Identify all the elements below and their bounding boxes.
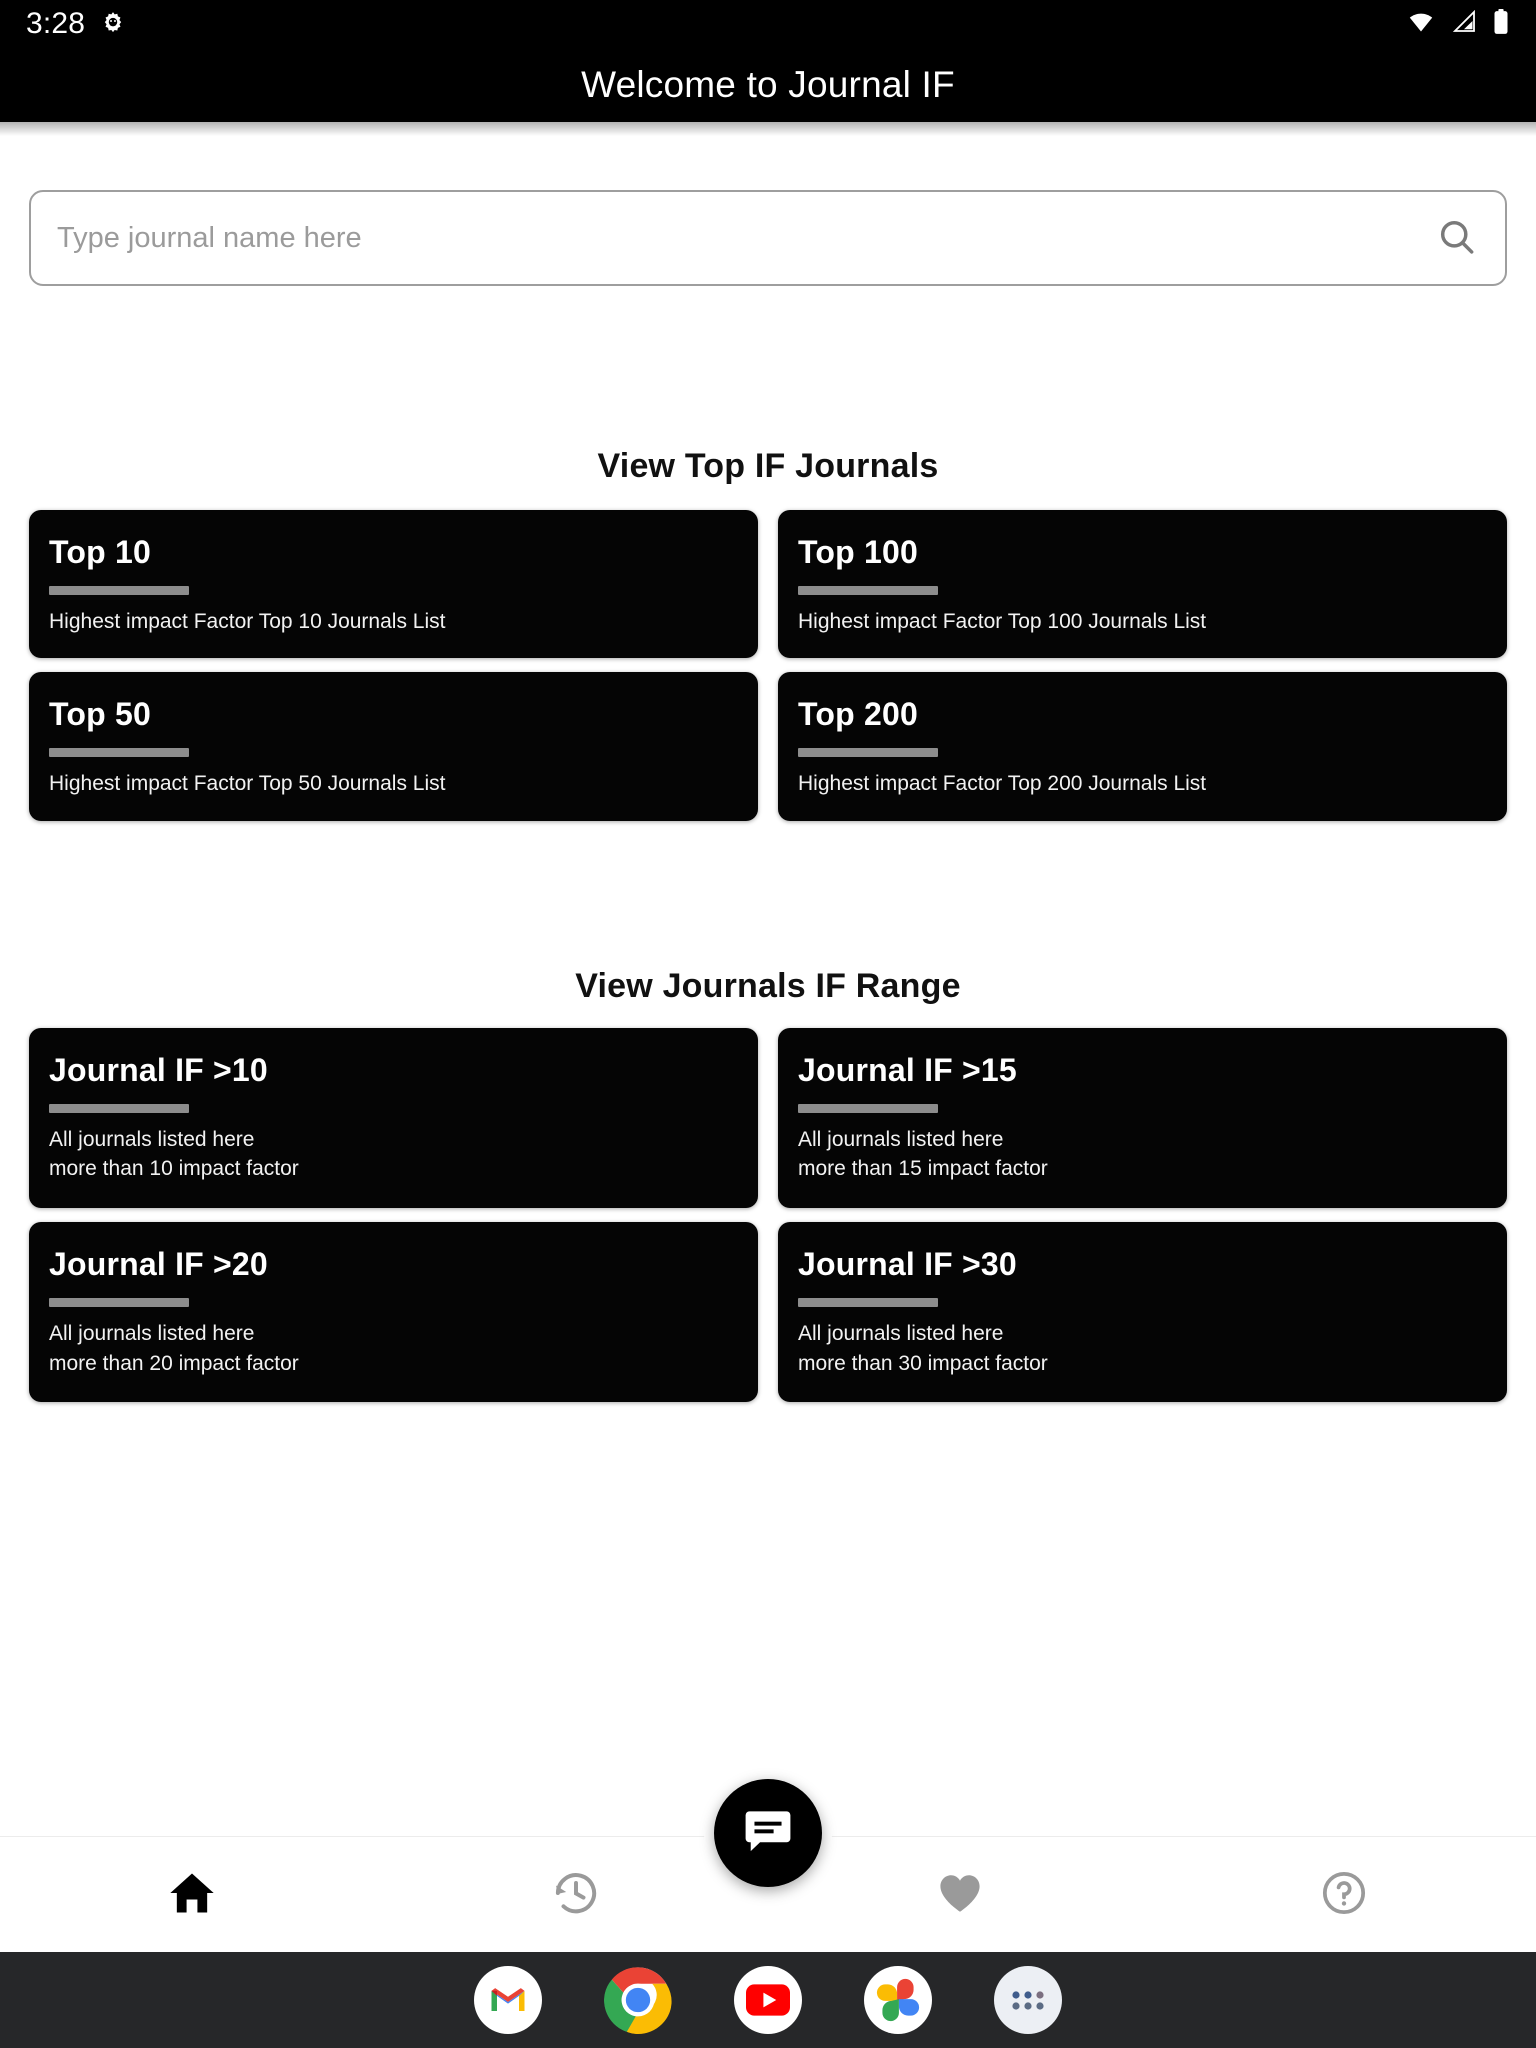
card-title: Journal IF >15 [798,1052,1017,1088]
card-journal-if-gt-10[interactable]: Journal IF >10 All journals listed here … [29,1028,758,1209]
card-top-10[interactable]: Top 10 Highest impact Factor Top 10 Jour… [29,510,758,659]
app-bar: Welcome to Journal IF [0,48,1536,122]
search-input[interactable] [57,221,1423,255]
card-title: Top 200 [798,696,918,733]
card-subtitle: Highest impact Factor Top 100 Journals L… [798,609,1207,633]
card-title: Top 10 [49,534,151,570]
section-heading-if-range: View Journals IF Range [575,967,961,1005]
chat-message-icon [740,1803,796,1864]
top-journals-card-grid: Top 10 Highest impact Factor Top 10 Jour… [0,510,1536,835]
youtube-icon[interactable] [734,1966,802,2034]
gmail-icon[interactable] [474,1966,542,2034]
card-divider [798,1297,938,1307]
card-row: Top 10 Highest impact Factor Top 10 Jour… [0,510,1536,659]
card-top-200[interactable]: Top 200 Highest impact Factor Top 200 Jo… [778,672,1507,821]
card-top-100[interactable]: Top 100 Highest impact Factor Top 100 Jo… [778,510,1507,659]
card-row: Journal IF >20 All journals listed here … [0,1222,1536,1403]
page-title: Welcome to Journal IF [581,64,955,105]
card-divider [49,1103,189,1113]
card-journal-if-gt-20[interactable]: Journal IF >20 All journals listed here … [29,1222,758,1403]
battery-icon [1492,8,1510,40]
card-divider [798,585,938,595]
search-icon[interactable] [1435,216,1479,260]
chrome-icon[interactable] [604,1966,672,2034]
google-photos-icon[interactable] [864,1966,932,2034]
if-range-card-grid: Journal IF >10 All journals listed here … [0,1028,1536,1416]
card-title: Journal IF >30 [798,1246,1017,1283]
home-icon[interactable] [166,1867,218,1924]
cellular-signal-icon [1450,9,1478,39]
card-divider [49,585,189,595]
main-content: View Top IF Journals Top 10 Highest impa… [0,136,1536,1836]
chat-fab-button[interactable] [714,1779,822,1887]
card-subtitle: All journals listed here more than 30 im… [798,1321,1048,1375]
android-taskbar [0,1952,1536,2048]
card-row: Top 50 Highest impact Factor Top 50 Jour… [0,672,1536,821]
section-heading-top-journals: View Top IF Journals [597,447,939,485]
card-title: Journal IF >20 [49,1246,268,1283]
card-subtitle: All journals listed here more than 20 im… [49,1321,299,1375]
status-bar-indicators [1406,8,1510,40]
card-subtitle: Highest impact Factor Top 10 Journals Li… [49,609,446,633]
status-bar: 3:28 [0,0,1536,48]
bottom-navigation-bar [0,1769,1536,1953]
wifi-icon [1406,10,1436,39]
status-bar-time: 3:28 [26,7,86,40]
card-subtitle: All journals listed here more than 10 im… [49,1127,299,1181]
card-divider [798,1103,938,1113]
nav-item-favorites[interactable] [768,1837,1152,1953]
card-top-50[interactable]: Top 50 Highest impact Factor Top 50 Jour… [29,672,758,821]
card-title: Top 50 [49,696,151,733]
card-title: Top 100 [798,534,918,570]
card-journal-if-gt-15[interactable]: Journal IF >15 All journals listed here … [778,1028,1507,1209]
nav-item-help[interactable] [1152,1837,1536,1953]
nav-item-history[interactable] [384,1837,768,1953]
settings-gear-icon [99,10,127,38]
history-icon[interactable] [551,1868,601,1923]
card-divider [798,748,938,757]
card-divider [49,1297,189,1307]
search-bar[interactable] [29,190,1507,286]
card-subtitle: Highest impact Factor Top 50 Journals Li… [49,772,446,795]
app-bar-shadow [0,122,1536,136]
card-title: Journal IF >10 [49,1052,268,1088]
card-subtitle: All journals listed here more than 15 im… [798,1127,1048,1181]
card-journal-if-gt-30[interactable]: Journal IF >30 All journals listed here … [778,1222,1507,1403]
app-root: 3:28 Welcome to Journal IF Type journal … [0,0,1536,2048]
card-row: Journal IF >10 All journals listed here … [0,1028,1536,1209]
app-drawer-icon[interactable] [994,1966,1062,2034]
heart-icon[interactable] [935,1868,985,1923]
card-subtitle: Highest impact Factor Top 200 Journals L… [798,772,1207,795]
nav-item-home[interactable] [0,1837,384,1953]
card-divider [49,748,189,757]
help-icon[interactable] [1319,1868,1369,1923]
